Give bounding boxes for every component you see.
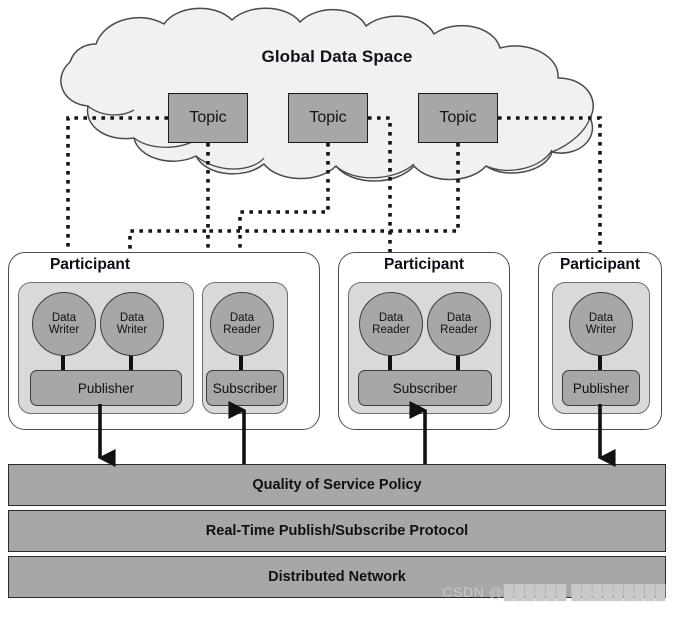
participant-to-qos-arrows	[97, 401, 616, 467]
dds-architecture-diagram: Global Data Space Topic Topic Topic Part…	[0, 0, 674, 618]
